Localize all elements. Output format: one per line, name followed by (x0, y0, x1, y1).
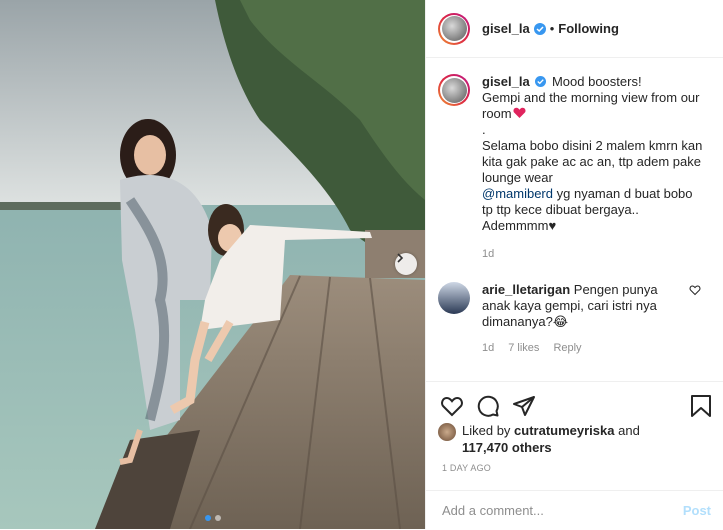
header-separator: • (549, 21, 555, 36)
author-username[interactable]: gisel_la (482, 21, 530, 36)
carousel-indicator (0, 515, 425, 521)
verified-badge-icon (535, 76, 547, 87)
add-comment-input[interactable] (440, 502, 683, 519)
caption: gisel_la Mood boosters! Gempi and the mo… (426, 58, 723, 262)
post-photo[interactable] (0, 0, 425, 529)
carousel-dot (214, 515, 221, 521)
author-avatar[interactable] (438, 12, 470, 45)
caption-mention-link[interactable]: @mamiberd (482, 186, 553, 201)
chevron-right-icon (397, 253, 404, 263)
commenter-username[interactable]: arie_lletarigan (482, 282, 570, 297)
comment-icon[interactable] (476, 394, 500, 418)
caption-age[interactable]: 1d (482, 246, 704, 262)
liker-avatar[interactable] (438, 423, 456, 441)
verified-badge-icon (533, 22, 546, 35)
liked-by-prefix: Liked by (462, 423, 511, 438)
caption-username[interactable]: gisel_la (482, 74, 530, 89)
next-photo-button[interactable] (395, 253, 417, 275)
commenter-avatar[interactable] (438, 282, 470, 314)
action-bar (426, 381, 723, 424)
share-icon[interactable] (512, 394, 536, 418)
comment-meta: 1d 7 likes Reply (482, 340, 682, 356)
post-date[interactable]: 1 DAY AGO (442, 463, 491, 473)
reply-button[interactable]: Reply (553, 340, 581, 356)
caption-line-3: . (482, 122, 486, 137)
caption-line-4: Selama bobo disini 2 malem kmrn kan kita… (482, 138, 703, 185)
likes-others-count[interactable]: 117,470 others (462, 440, 552, 455)
comment-likes[interactable]: 7 likes (508, 340, 539, 356)
comment-body: arie_lletarigan Pengen punya anak kaya g… (482, 282, 682, 356)
liker-username[interactable]: cutratumeyriska (514, 423, 614, 438)
post-comment-button[interactable]: Post (683, 503, 711, 518)
comment-heart-icon[interactable] (689, 284, 701, 296)
photo-illustration (0, 0, 425, 529)
red-heart-emoji-icon (513, 107, 526, 118)
comment-age[interactable]: 1d (482, 340, 494, 356)
post-header: gisel_la • Following (426, 0, 723, 58)
bookmark-icon[interactable] (690, 394, 712, 418)
caption-avatar[interactable] (438, 74, 470, 106)
following-button[interactable]: Following (558, 21, 619, 36)
carousel-dot-active (204, 515, 211, 521)
add-comment-bar: Post (426, 490, 723, 530)
caption-line-1: Mood boosters! (551, 74, 642, 89)
likes-summary: Liked by cutratumeyriska and 117,470 oth… (438, 422, 640, 456)
comments-section: gisel_la Mood boosters! Gempi and the mo… (426, 58, 723, 380)
liked-by-and: and (618, 423, 640, 438)
post-container: gisel_la • Following gisel_la Mood boost… (0, 0, 723, 529)
heart-icon[interactable] (440, 394, 464, 418)
caption-text: gisel_la Mood boosters! Gempi and the mo… (482, 74, 704, 262)
comment-item: arie_lletarigan Pengen punya anak kaya g… (426, 262, 723, 356)
post-sidebar: gisel_la • Following gisel_la Mood boost… (425, 0, 723, 529)
